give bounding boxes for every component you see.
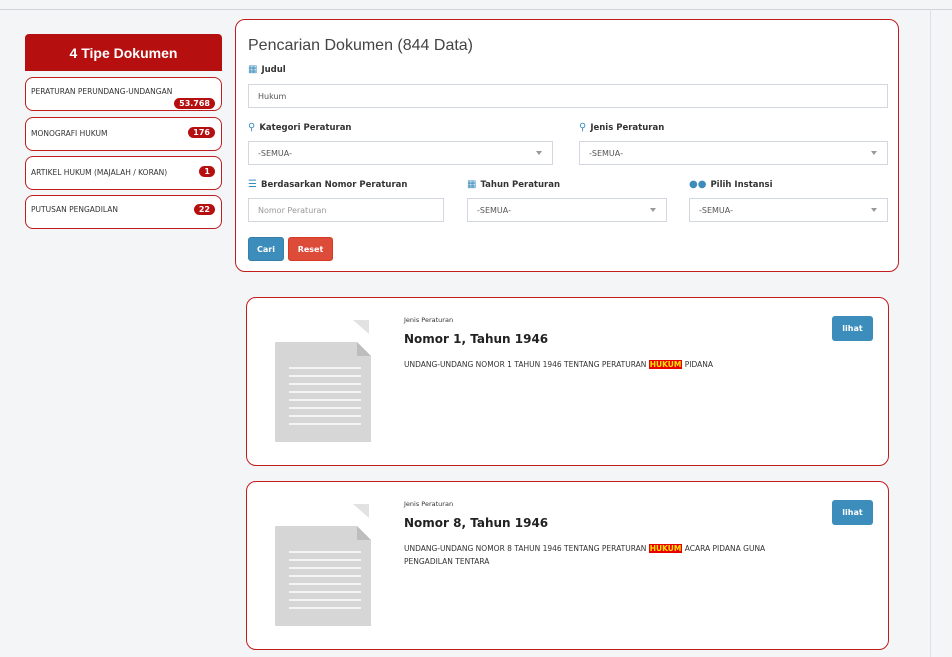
kategori-label: ⚲ Kategori Peraturan bbox=[248, 122, 352, 134]
sidebar-item-artikel[interactable]: ARTIKEL HUKUM (MAJALAH / KORAN) 1 bbox=[25, 156, 222, 190]
nomor-input[interactable]: Nomor Peraturan bbox=[248, 198, 444, 222]
sidebar-item-monografi[interactable]: MONOGRAFI HUKUM 176 bbox=[25, 117, 222, 151]
count-badge: 53.768 bbox=[174, 98, 215, 109]
result-description: UNDANG-UNDANG NOMOR 1 TAHUN 1946 TENTANG… bbox=[404, 360, 713, 369]
search-highlight: HUKUM bbox=[648, 360, 683, 369]
judul-input[interactable]: Hukum bbox=[248, 84, 888, 108]
book-icon: ▦ bbox=[248, 64, 258, 75]
chevron-down-icon bbox=[650, 208, 656, 212]
lihat-button[interactable]: lihat bbox=[832, 500, 873, 525]
zoom-icon: ⚲ bbox=[579, 122, 587, 133]
result-description: UNDANG-UNDANG NOMOR 8 TAHUN 1946 TENTANG… bbox=[404, 544, 766, 566]
search-panel: Pencarian Dokumen (844 Data) ▦ Judul Huk… bbox=[235, 19, 899, 272]
sidebar-item-label: MONOGRAFI HUKUM bbox=[31, 129, 108, 138]
result-card: Jenis Peraturan Nomor 8, Tahun 1946 UNDA… bbox=[246, 481, 889, 650]
count-badge: 22 bbox=[193, 204, 215, 215]
cari-button[interactable]: Cari bbox=[248, 237, 284, 261]
jenis-label: ⚲ Jenis Peraturan bbox=[579, 122, 665, 134]
result-title: Nomor 8, Tahun 1946 bbox=[404, 516, 549, 530]
count-badge: 1 bbox=[199, 166, 215, 177]
sidebar-item-label: ARTIKEL HUKUM (MAJALAH / KORAN) bbox=[31, 168, 168, 177]
sidebar-item-putusan[interactable]: PUTUSAN PENGADILAN 22 bbox=[25, 195, 222, 229]
tahun-label: ▦ Tahun Peraturan bbox=[467, 179, 561, 191]
calendar-icon: ▦ bbox=[467, 179, 477, 190]
page-title: Pencarian Dokumen (844 Data) bbox=[248, 37, 474, 54]
result-card: Jenis Peraturan Nomor 1, Tahun 1946 UNDA… bbox=[246, 297, 889, 466]
result-title: Nomor 1, Tahun 1946 bbox=[404, 332, 549, 346]
sidebar-item-peraturan[interactable]: PERATURAN PERUNDANG-UNDANGAN 53.768 bbox=[25, 77, 222, 111]
nomor-label: ☰ Berdasarkan Nomor Peraturan bbox=[248, 179, 408, 191]
judul-label: ▦ Judul bbox=[248, 64, 286, 76]
instansi-select[interactable]: -SEMUA- bbox=[689, 198, 888, 222]
right-divider bbox=[930, 9, 931, 657]
lihat-button[interactable]: lihat bbox=[832, 316, 873, 341]
jenis-select[interactable]: -SEMUA- bbox=[579, 141, 888, 165]
list-icon: ☰ bbox=[248, 179, 257, 190]
sidebar-item-label: PUTUSAN PENGADILAN bbox=[31, 205, 119, 214]
kategori-select[interactable]: -SEMUA- bbox=[248, 141, 553, 165]
sidebar-item-label: PERATURAN PERUNDANG-UNDANGAN bbox=[31, 87, 173, 96]
chevron-down-icon bbox=[536, 151, 542, 155]
instansi-label: ●● Pilih Instansi bbox=[689, 179, 773, 191]
chevron-down-icon bbox=[871, 208, 877, 212]
count-badge: 176 bbox=[188, 127, 215, 138]
sidebar-title: 4 Tipe Dokumen bbox=[25, 34, 222, 71]
document-icon bbox=[275, 504, 371, 626]
jenis-peraturan: Jenis Peraturan bbox=[404, 316, 454, 324]
users-icon: ●● bbox=[689, 179, 707, 190]
jenis-peraturan: Jenis Peraturan bbox=[404, 500, 454, 508]
search-icon: ⚲ bbox=[248, 122, 256, 133]
top-divider bbox=[0, 9, 952, 10]
reset-button[interactable]: Reset bbox=[288, 237, 333, 261]
search-highlight: HUKUM bbox=[648, 544, 683, 553]
document-icon bbox=[275, 320, 371, 442]
tahun-select[interactable]: -SEMUA- bbox=[467, 198, 667, 222]
chevron-down-icon bbox=[871, 151, 877, 155]
